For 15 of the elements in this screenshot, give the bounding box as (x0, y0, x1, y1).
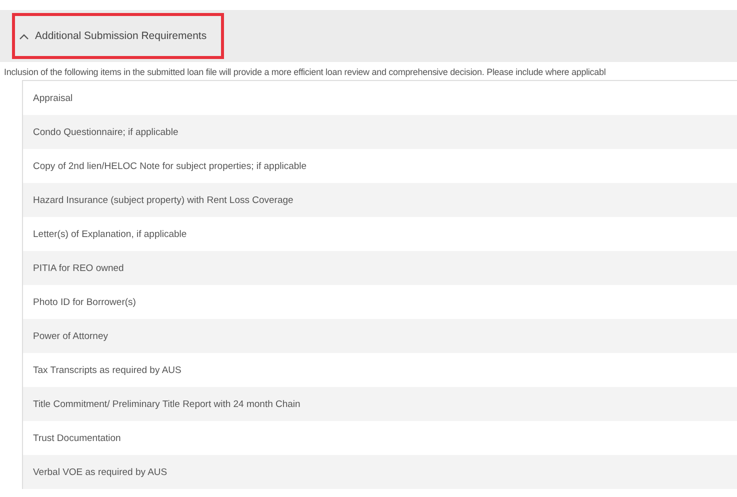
requirement-item: Power of Attorney (23, 319, 737, 353)
section-toggle[interactable]: Additional Submission Requirements (12, 13, 224, 59)
requirement-item: Appraisal (32, 92, 74, 106)
requirement-item: Condo Questionnaire; if applicable (23, 115, 737, 149)
requirement-item: Photo ID for Borrower(s) (32, 296, 137, 310)
requirement-item: Copy of 2nd lien/HELOC Note for subject properties; if applicable (32, 160, 308, 174)
requirement-item: Title Commitment/ Preliminary Title Report with 24 month Chain (23, 387, 737, 421)
intro-text: Inclusion of the following items in the submitted loan file will provide a more efficient loan review and comprehensive decision. Please include where applicabl (3, 66, 607, 79)
requirement-item: Hazard Insurance (subject property) with Rent Loss Coverage (23, 183, 737, 217)
chevron-icon (19, 32, 29, 40)
requirement-item: PITIA for REO owned (23, 251, 737, 285)
requirement-item: Trust Documentation (32, 432, 122, 446)
requirement-item: Tax Transcripts as required by AUS (32, 364, 182, 378)
requirement-item: Verbal VOE as required by AUS (23, 455, 737, 489)
requirement-item: Letter(s) of Explanation, if applicable (32, 228, 188, 242)
